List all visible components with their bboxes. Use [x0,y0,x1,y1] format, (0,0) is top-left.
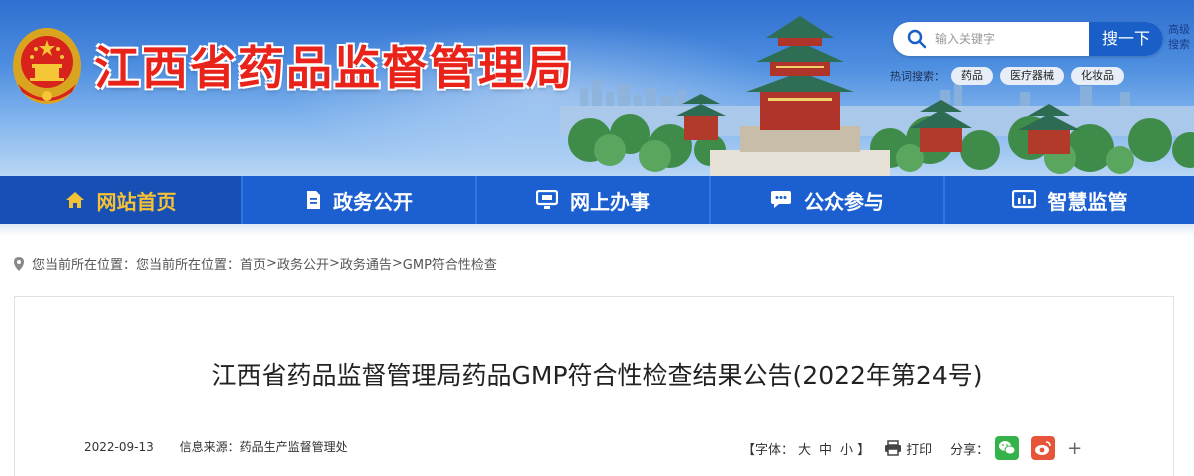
article-tools: 【字体： 大 中 小 】 打印 分享： + [742,436,1082,460]
location-pin-icon [14,256,24,271]
dashboard-icon [1011,190,1036,209]
advanced-search-link[interactable]: 高级搜索 [1168,22,1194,52]
font-size-suffix: 】 [857,442,871,458]
nav-item-public-participation[interactable]: 公众参与 [711,176,945,224]
document-icon [307,191,320,209]
breadcrumb-gov-affairs[interactable]: 政务公开 [277,254,329,273]
monitor-icon [536,190,558,209]
breadcrumb-gmp-inspection[interactable]: GMP符合性检查 [403,254,497,273]
nav-item-smart-supervision[interactable]: 智慧监管 [945,176,1194,224]
hot-tag-drugs[interactable]: 药品 [951,67,993,85]
font-size-small[interactable]: 小 [840,439,853,458]
nav-label-online-services: 网上办事 [570,189,650,214]
weibo-share-icon[interactable] [1031,436,1056,460]
search-input[interactable] [935,22,1083,56]
weibo-icon [1035,441,1051,455]
article-title: 江西省药品监督管理局药品GMP符合性检查结果公告(2022年第24号) [211,361,983,390]
more-share-button[interactable]: + [1067,438,1082,459]
wechat-share-icon[interactable] [995,436,1020,460]
search-box: 搜一下 [893,22,1163,56]
font-size-prefix: 【字体： [742,442,795,458]
nav-label-public-participation: 公众参与 [804,189,884,214]
article-source: 信息来源：药品生产监督管理处 [179,440,348,454]
main-nav: 网站首页 政务公开 网上办事 公众参与 智慧监管 [0,176,1194,224]
print-button[interactable]: 打印 [884,439,932,458]
article-date: 2022-09-13 [84,440,154,454]
nav-item-home[interactable]: 网站首页 [0,176,243,224]
hot-tag-medical-devices[interactable]: 医疗器械 [1000,67,1064,85]
site-title: 江西省药品监督管理局 [94,41,574,95]
nav-label-gov-affairs: 政务公开 [333,189,413,214]
nav-item-online-services[interactable]: 网上办事 [477,176,711,224]
header-banner: 江西省药品监督管理局 输入关键字 搜一下 高级搜索 热词搜索： 药品 医疗器械 … [0,0,1194,176]
national-emblem-icon [13,28,81,104]
home-icon [65,192,84,208]
breadcrumb-home[interactable]: 首页 [240,254,266,273]
breadcrumb: 您当前所在位置：您当前所在位置： 首页 > 政务公开 > 政务通告 > GMP符… [12,254,497,273]
nav-item-gov-affairs[interactable]: 政务公开 [243,176,477,224]
wechat-icon [999,441,1016,455]
breadcrumb-separator: > [391,256,403,271]
hot-search-label: 热词搜索： [890,70,945,83]
print-label: 打印 [906,442,933,458]
share-label: 分享： [950,442,990,458]
breadcrumb-notices[interactable]: 政务通告 [340,254,392,273]
hot-tag-cosmetics[interactable]: 化妆品 [1071,67,1124,85]
printer-icon [885,440,902,456]
hot-search: 热词搜索： 药品 医疗器械 化妆品 [890,67,1131,85]
nav-shadow [0,224,1194,236]
nav-label-home: 网站首页 [96,189,177,214]
breadcrumb-separator: > [266,256,277,271]
font-size-medium[interactable]: 中 [819,439,832,458]
breadcrumb-prefix: 您当前所在位置：您当前所在位置： [32,258,241,273]
breadcrumb-separator: > [328,256,340,271]
search-button[interactable]: 搜一下 [1089,22,1163,56]
search-icon [907,29,927,49]
nav-label-smart-supervision: 智慧监管 [1047,189,1128,214]
font-size-large[interactable]: 大 [798,439,811,458]
article-meta: 2022-09-13 信息来源：药品生产监督管理处 [84,438,348,455]
chat-icon [771,191,791,208]
